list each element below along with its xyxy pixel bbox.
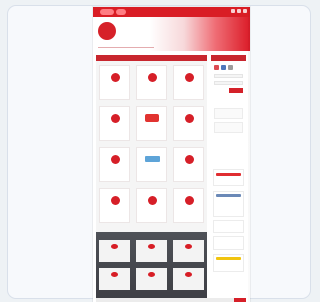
dark-tile-6[interactable] — [173, 268, 204, 290]
tile-11[interactable] — [136, 188, 167, 223]
social-icons — [214, 65, 233, 70]
ad-block-5[interactable] — [213, 254, 244, 272]
screenshot-edge — [248, 7, 250, 302]
tile-9[interactable] — [173, 147, 204, 182]
tile-6[interactable] — [173, 106, 204, 141]
tile-12[interactable] — [173, 188, 204, 223]
social-icon-2[interactable] — [221, 65, 226, 70]
sidebar — [211, 55, 246, 298]
sidebar-header — [211, 55, 246, 61]
top-icon-1[interactable] — [231, 9, 235, 13]
hero-divider — [98, 47, 154, 48]
clock-icon — [111, 196, 120, 205]
tile-2[interactable] — [136, 65, 167, 100]
dark-tile-1[interactable] — [99, 240, 130, 262]
sidebar-field-1[interactable] — [214, 74, 243, 78]
top-pill-2[interactable] — [116, 9, 126, 15]
footer-strip — [96, 298, 246, 302]
person-icon — [111, 73, 120, 82]
dark-tile-5[interactable] — [136, 268, 167, 290]
dark-panel — [96, 232, 207, 298]
dark-grid — [99, 240, 204, 290]
gear-icon — [185, 196, 194, 205]
top-icon-2[interactable] — [237, 9, 241, 13]
top-icon-3[interactable] — [243, 9, 247, 13]
tile-3[interactable] — [173, 65, 204, 100]
ad-bar-5 — [216, 257, 241, 260]
main-content — [96, 55, 207, 298]
user-icon — [185, 73, 194, 82]
top-bar — [93, 7, 250, 17]
ad-bar-2 — [216, 194, 241, 197]
preview-card — [7, 5, 311, 302]
group-icon — [148, 73, 157, 82]
dark-tile-4[interactable] — [99, 268, 130, 290]
ad-block-4[interactable] — [213, 236, 244, 250]
sidebar-box-2 — [214, 122, 243, 133]
ad-bar-1 — [216, 173, 241, 176]
document-icon — [111, 114, 120, 123]
calendar-icon — [185, 114, 194, 123]
chart-icon — [111, 155, 120, 164]
dark-tile-2[interactable] — [136, 240, 167, 262]
badge-icon — [145, 114, 159, 122]
sidebar-button[interactable] — [229, 88, 243, 93]
tile-4[interactable] — [99, 106, 130, 141]
sidebar-box-1 — [214, 108, 243, 119]
flag-icon — [145, 156, 160, 162]
top-pill-1[interactable] — [100, 9, 114, 15]
tile-5[interactable] — [136, 106, 167, 141]
tile-7[interactable] — [99, 147, 130, 182]
site-logo[interactable] — [98, 22, 116, 40]
search-icon — [185, 155, 194, 164]
main-section-header — [96, 55, 207, 61]
top-icons — [231, 9, 247, 13]
social-icon-3[interactable] — [228, 65, 233, 70]
ad-block-1[interactable] — [213, 169, 244, 186]
website-screenshot — [93, 7, 250, 302]
ad-block-2[interactable] — [213, 191, 244, 217]
footer-red-button[interactable] — [234, 298, 246, 302]
social-icon-1[interactable] — [214, 65, 219, 70]
star-icon — [148, 196, 157, 205]
tile-8[interactable] — [136, 147, 167, 182]
tile-10[interactable] — [99, 188, 130, 223]
tile-1[interactable] — [99, 65, 130, 100]
hero-banner — [93, 17, 250, 51]
tile-grid — [99, 65, 204, 223]
ad-block-3[interactable] — [213, 220, 244, 233]
dark-tile-3[interactable] — [173, 240, 204, 262]
sidebar-field-2[interactable] — [214, 81, 243, 85]
